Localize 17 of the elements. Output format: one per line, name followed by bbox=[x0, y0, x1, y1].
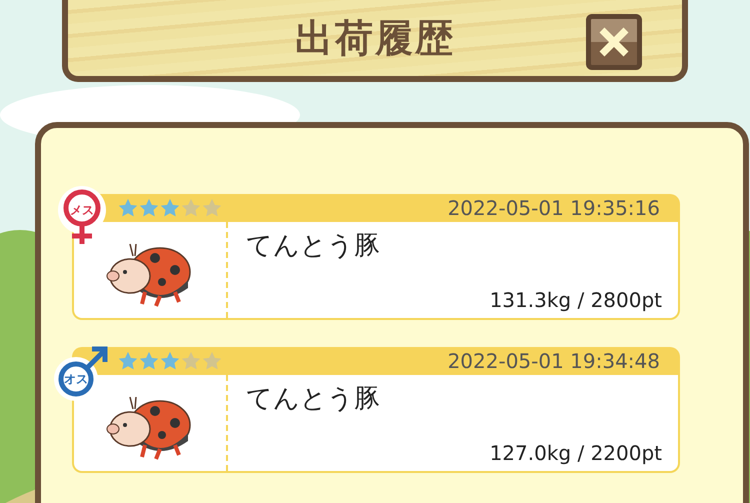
weight-points: 131.3kg / 2800pt bbox=[490, 288, 662, 312]
pig-name: てんとう豚 bbox=[246, 383, 381, 416]
close-button[interactable] bbox=[586, 14, 642, 70]
shipment-datetime: 2022-05-01 19:35:16 bbox=[448, 196, 660, 220]
filled-star-icon bbox=[160, 351, 180, 371]
shipment-datetime: 2022-05-01 19:34:48 bbox=[448, 349, 660, 373]
weight-points: 127.0kg / 2200pt bbox=[490, 441, 662, 465]
filled-star-icon bbox=[160, 198, 180, 218]
filled-star-icon bbox=[139, 198, 159, 218]
header-title: 出荷履歴 bbox=[295, 14, 455, 62]
gender-label: メス bbox=[70, 202, 94, 218]
filled-star-icon bbox=[118, 351, 138, 371]
gender-label: オス bbox=[64, 370, 88, 388]
pig-name: てんとう豚 bbox=[246, 230, 381, 263]
close-icon bbox=[597, 25, 631, 59]
filled-star-icon bbox=[118, 198, 138, 218]
filled-star-icon bbox=[139, 351, 159, 371]
